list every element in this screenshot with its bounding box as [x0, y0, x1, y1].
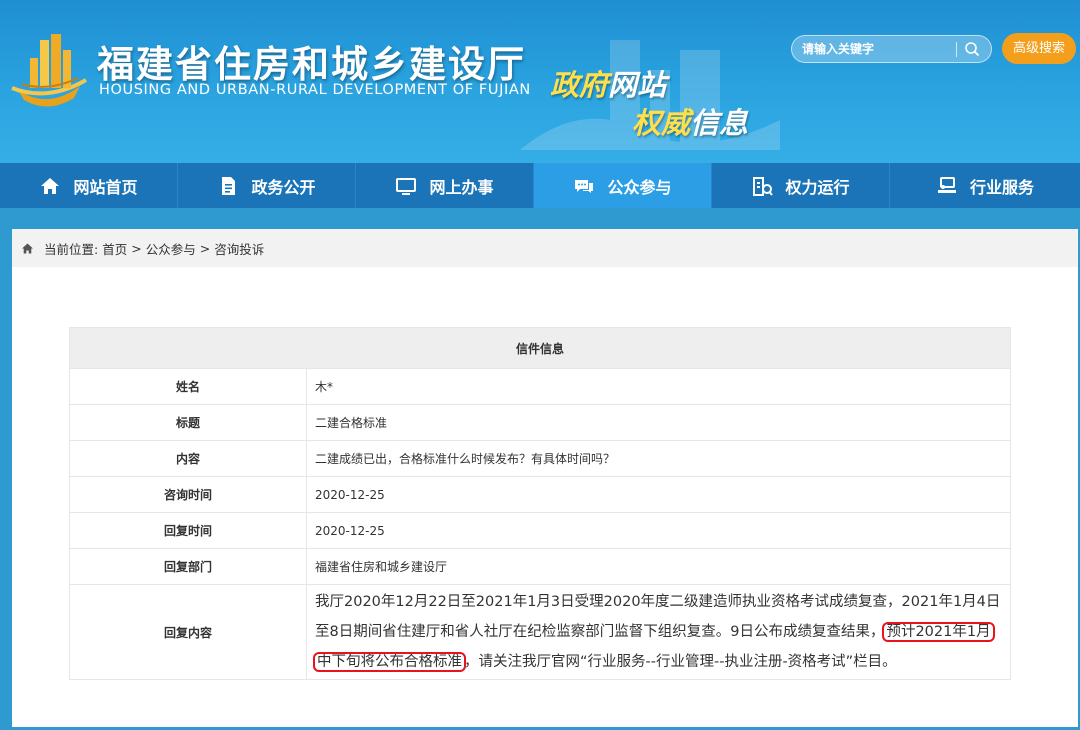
- chat-icon: [575, 179, 594, 193]
- breadcrumb-home-link[interactable]: 首页: [102, 239, 127, 258]
- row-label-reply-content: 回复内容: [69, 584, 307, 680]
- document-icon: [222, 176, 236, 195]
- row-value-name: 木*: [306, 368, 1011, 405]
- home-icon: [22, 243, 33, 253]
- nav-label: 公众参与: [607, 177, 672, 197]
- site-header: 福建省住房和城乡建设厅 HOUSING AND URBAN-RURAL DEVE…: [0, 0, 1080, 163]
- search-divider: [956, 42, 957, 57]
- table-row: 回复部门 福建省住房和城乡建设厅: [69, 548, 1011, 585]
- table-row: 姓名 木*: [69, 368, 1011, 405]
- slogan-authority: 权威: [632, 106, 691, 140]
- letter-info-table: 信件信息 姓名 木* 标题 二建合格标准 内容 二建成绩已出，合格标准什么时候发…: [69, 327, 1011, 680]
- row-label-inquiry-time: 咨询时间: [69, 476, 307, 513]
- reply-text-part2: ，请关注我厅官网“行业服务--行业管理--执业注册-资格考试”栏目。: [464, 654, 897, 670]
- main-nav: 网站首页 政务公开 网上办事 公众参与 权力运行 行业服务: [0, 163, 1080, 208]
- row-value-reply-time: 2020-12-25: [306, 512, 1011, 549]
- nav-item-public-participation[interactable]: 公众参与: [534, 163, 712, 208]
- fujian-emblem-logo: [11, 34, 88, 107]
- slogan-info: 信息: [690, 106, 749, 140]
- table-row: 咨询时间 2020-12-25: [69, 476, 1011, 513]
- row-value-title: 二建合格标准: [306, 404, 1011, 441]
- slogan-line-1: 政府网站: [550, 62, 666, 104]
- monitor-icon: [396, 177, 417, 195]
- home-icon: [41, 177, 60, 194]
- row-value-inquiry-time: 2020-12-25: [306, 476, 1011, 513]
- reply-highlight-standard-release: 中下旬将公布合格标准: [313, 652, 466, 672]
- letter-info-title: 信件信息: [69, 327, 1011, 369]
- service-desk-icon: [937, 176, 956, 193]
- slogan-gov: 政府: [550, 68, 609, 102]
- slogan-site: 网站: [608, 68, 667, 102]
- breadcrumb-separator: >: [131, 240, 142, 256]
- nav-label: 网上办事: [429, 177, 494, 197]
- search-input[interactable]: [802, 39, 952, 59]
- nav-item-government-affairs[interactable]: 政务公开: [178, 163, 356, 208]
- row-value-reply-department: 福建省住房和城乡建设厅: [306, 548, 1011, 585]
- nav-item-online-services[interactable]: 网上办事: [356, 163, 534, 208]
- building-icon: [753, 176, 774, 196]
- reply-text: 我厅2020年12月22日至2021年1月3日受理2020年度二级建造师执业资格…: [307, 585, 1010, 679]
- nav-item-industry-services[interactable]: 行业服务: [890, 163, 1080, 208]
- row-label-content: 内容: [69, 440, 307, 477]
- nav-item-power-operation[interactable]: 权力运行: [712, 163, 890, 208]
- row-value-reply-content: 我厅2020年12月22日至2021年1月3日受理2020年度二级建造师执业资格…: [306, 584, 1011, 680]
- row-label-reply-time: 回复时间: [69, 512, 307, 549]
- search-box: [791, 35, 992, 63]
- breadcrumb-current-page: 咨询投诉: [214, 241, 265, 257]
- search-icon[interactable]: [964, 41, 980, 57]
- table-row: 标题 二建合格标准: [69, 404, 1011, 441]
- breadcrumb-separator: >: [199, 240, 211, 256]
- nav-item-home[interactable]: 网站首页: [0, 163, 178, 208]
- nav-label: 政务公开: [251, 177, 316, 197]
- breadcrumb-prefix: 当前位置:: [44, 241, 99, 257]
- content-area: 当前位置: 首页 > 公众参与 > 咨询投诉 信件信息 姓名 木* 标题 二建合…: [0, 208, 1080, 730]
- advanced-search-button[interactable]: 高级搜索: [1002, 33, 1076, 64]
- nav-label: 网站首页: [73, 177, 138, 197]
- table-row: 回复内容 我厅2020年12月22日至2021年1月3日受理2020年度二级建造…: [69, 584, 1011, 680]
- nav-label: 行业服务: [969, 177, 1034, 197]
- main-panel: 当前位置: 首页 > 公众参与 > 咨询投诉 信件信息 姓名 木* 标题 二建合…: [12, 229, 1078, 727]
- breadcrumb: 当前位置: 首页 > 公众参与 > 咨询投诉: [12, 229, 1078, 267]
- slogan-line-2: 权威信息: [632, 100, 748, 142]
- nav-label: 权力运行: [785, 177, 850, 197]
- reply-highlight-expected-date: 预计2021年1月: [882, 622, 995, 642]
- row-label-title: 标题: [69, 404, 307, 441]
- breadcrumb-section-link[interactable]: 公众参与: [146, 239, 196, 258]
- site-subtitle-english: HOUSING AND URBAN-RURAL DEVELOPMENT OF F…: [99, 82, 531, 98]
- row-label-reply-department: 回复部门: [69, 548, 307, 585]
- row-value-content: 二建成绩已出，合格标准什么时候发布？有具体时间吗？: [306, 440, 1011, 477]
- row-label-name: 姓名: [69, 368, 307, 405]
- table-row: 内容 二建成绩已出，合格标准什么时候发布？有具体时间吗？: [69, 440, 1011, 477]
- table-row: 回复时间 2020-12-25: [69, 512, 1011, 549]
- site-title: 福建省住房和城乡建设厅: [97, 43, 526, 86]
